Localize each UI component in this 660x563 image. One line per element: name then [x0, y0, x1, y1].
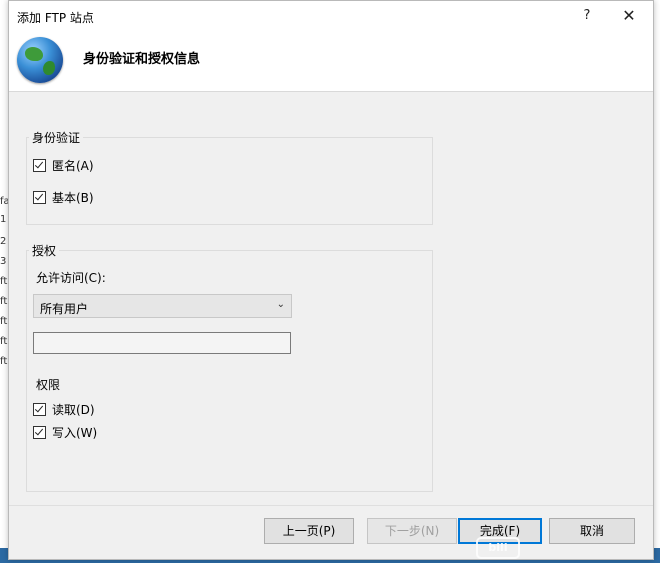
checkbox-checked-icon: [33, 403, 46, 416]
background-text: 1: [0, 214, 7, 225]
watermark-logo: bili: [476, 537, 520, 559]
chevron-down-icon: ⌄: [276, 299, 285, 310]
allow-access-label: 允许访问(C):: [36, 271, 106, 285]
anonymous-checkbox[interactable]: 匿名(A): [33, 157, 94, 174]
authentication-group: [26, 137, 433, 225]
checkbox-checked-icon: [33, 191, 46, 204]
title-bar: 添加 FTP 站点 ? ✕: [9, 1, 653, 31]
allow-access-select[interactable]: 所有用户 ⌄: [33, 294, 292, 318]
permissions-label: 权限: [36, 378, 61, 392]
users-roles-input[interactable]: [33, 332, 291, 354]
background-text: ft: [0, 316, 8, 327]
read-checkbox-label: 读取(D): [52, 403, 95, 417]
read-checkbox[interactable]: 读取(D): [33, 401, 95, 418]
wizard-header: 身份验证和授权信息: [9, 31, 653, 92]
background-text: 2: [0, 236, 7, 247]
checkbox-checked-icon: [33, 426, 46, 439]
dialog-title: 添加 FTP 站点: [17, 11, 94, 25]
basic-checkbox[interactable]: 基本(B): [33, 189, 94, 206]
add-ftp-site-dialog: 添加 FTP 站点 ? ✕ 身份验证和授权信息 身份验证 匿名(A) 基本(B)…: [8, 0, 654, 560]
globe-icon: [17, 37, 63, 83]
authentication-group-label: 身份验证: [29, 129, 84, 146]
write-checkbox-label: 写入(W): [52, 426, 98, 440]
background-text: ft: [0, 276, 8, 287]
previous-button[interactable]: 上一页(P): [264, 518, 354, 544]
background-text: ft: [0, 336, 8, 347]
background-text: ft: [0, 296, 8, 307]
background-text: ft: [0, 356, 8, 367]
basic-checkbox-label: 基本(B): [52, 191, 94, 205]
write-checkbox[interactable]: 写入(W): [33, 424, 97, 441]
page-title: 身份验证和授权信息: [83, 52, 201, 67]
allow-access-selected-value: 所有用户: [40, 302, 89, 316]
help-button[interactable]: ?: [575, 5, 599, 27]
background-text: 3: [0, 256, 7, 267]
authorization-group-label: 授权: [29, 242, 60, 259]
cancel-button[interactable]: 取消: [549, 518, 635, 544]
footer-divider: [9, 505, 653, 506]
next-button[interactable]: 下一步(N): [367, 518, 457, 544]
authorization-group: [26, 250, 433, 492]
close-button[interactable]: ✕: [614, 4, 644, 28]
anonymous-checkbox-label: 匿名(A): [52, 159, 94, 173]
checkbox-checked-icon: [33, 159, 46, 172]
